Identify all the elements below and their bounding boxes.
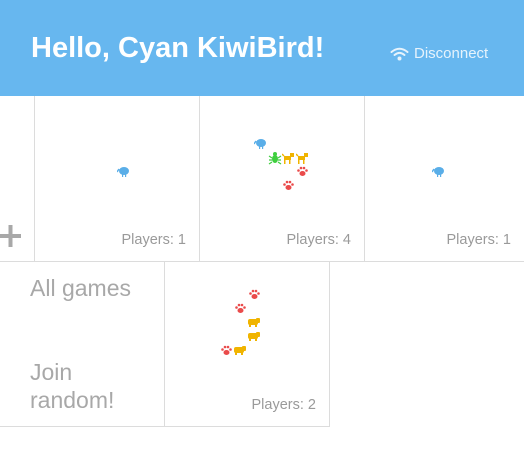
plus-icon[interactable] [0,225,22,247]
paw-icon [283,180,294,190]
game-card[interactable]: Players: 2 [165,262,330,427]
game-card[interactable]: Players: 1 [365,96,524,262]
dog-icon [296,153,308,164]
kiwi-icon [254,139,266,149]
greeting-title: Hello, Cyan KiwiBird! [31,32,325,64]
menu-cell: All games Join random! [0,262,165,427]
game-card[interactable]: Players: 4 [200,96,365,262]
join-random-link[interactable]: Join random! [30,358,114,414]
paw-icon [249,289,260,299]
join-random-line1: Join [30,359,73,385]
disconnect-label: Disconnect [414,45,489,62]
kiwi-icon [117,167,129,177]
wifi-icon [390,47,409,61]
paw-icon [297,166,308,176]
paw-icon [235,303,246,313]
hippo-icon [248,332,260,341]
disconnect-button[interactable]: Disconnect [390,44,488,64]
player-count: Players: 1 [121,232,186,248]
paw-icon [221,345,232,355]
all-games-link[interactable]: All games [30,274,131,302]
game-card[interactable]: Players: 1 [35,96,200,262]
player-count: Players: 4 [286,232,351,248]
hippo-icon [248,318,260,327]
join-random-line2: random! [30,387,115,413]
player-count: Players: 1 [446,232,511,248]
bug-icon [268,152,282,165]
player-count: Players: 2 [251,397,316,413]
header-bar: Hello, Cyan KiwiBird! Disconnect [0,0,524,96]
hippo-icon [234,346,246,355]
kiwi-icon [432,167,444,177]
dog-icon [282,153,294,164]
